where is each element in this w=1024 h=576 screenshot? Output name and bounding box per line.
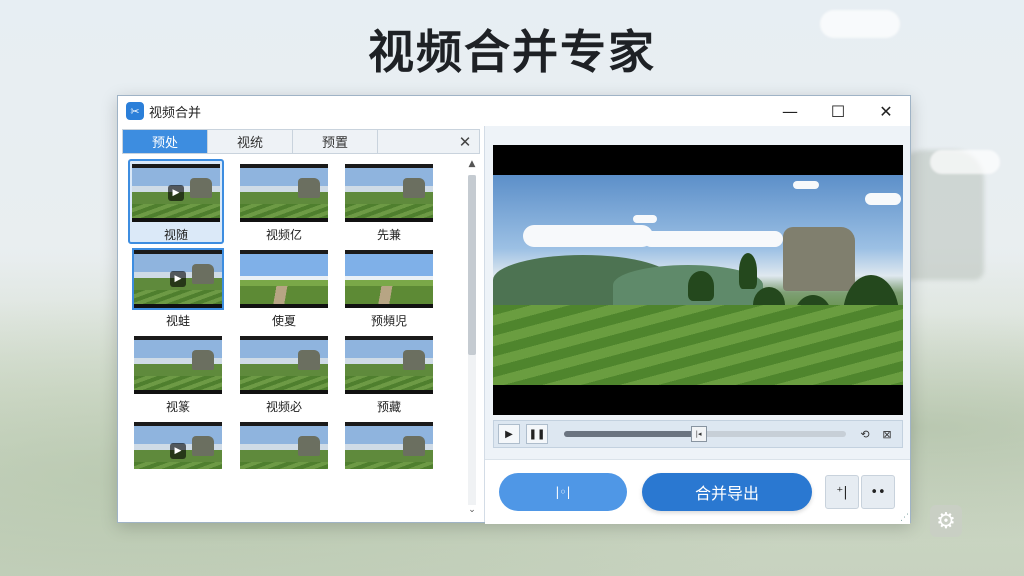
- merge-export-button[interactable]: 合并导出: [642, 473, 812, 511]
- split-button[interactable]: |◦|: [499, 473, 627, 511]
- window-body: 预处 视统 预置 ✕ ▶ 视随 视频亿 先兼 ▶ 视蛙 使夏 预頻児 视篆 视频…: [118, 126, 910, 524]
- scroll-up-icon[interactable]: ▲: [466, 159, 478, 173]
- thumbnail-item[interactable]: 视频必: [236, 333, 332, 414]
- thumbnail-item[interactable]: 先兼: [341, 161, 437, 242]
- more-options-button[interactable]: ••: [861, 475, 895, 509]
- volume-icon[interactable]: ⟲: [854, 425, 876, 443]
- thumbnail-item[interactable]: [341, 419, 437, 469]
- video-frame: [493, 175, 903, 385]
- play-icon: ▶: [170, 271, 186, 287]
- preview-panel: ▶ ❚❚ |◂ ⟲ ⊠ |◦| 合并导出 ⁺| •• ⋰: [485, 126, 910, 524]
- video-thumbnail: [345, 164, 433, 222]
- gear-icon[interactable]: ⚙: [930, 505, 962, 537]
- thumbnail-item[interactable]: 视篆: [130, 333, 226, 414]
- minimize-button[interactable]: —: [766, 96, 814, 126]
- thumbnail-item[interactable]: 使夏: [236, 247, 332, 328]
- resize-grip-icon[interactable]: ⋰: [900, 513, 909, 523]
- thumbnail-item[interactable]: ▶ 视随: [128, 159, 224, 244]
- video-thumbnail: [134, 336, 222, 394]
- background-cloud: [930, 150, 1000, 174]
- maximize-button[interactable]: ☐: [814, 96, 862, 126]
- snapshot-icon[interactable]: ⊠: [876, 425, 898, 443]
- window-controls: — ☐ ✕: [766, 96, 910, 126]
- thumbnail-item[interactable]: 视频亿: [236, 161, 332, 242]
- scroll-thumb[interactable]: [468, 175, 476, 355]
- play-button[interactable]: ▶: [498, 424, 520, 444]
- scroll-down-icon[interactable]: ⌄: [466, 505, 478, 519]
- tab-presets[interactable]: 预置: [293, 130, 378, 153]
- video-thumbnail: [240, 422, 328, 469]
- video-thumbnail: [240, 164, 328, 222]
- video-thumbnail: ▶: [132, 164, 220, 222]
- seek-bar[interactable]: |◂: [564, 426, 846, 442]
- action-bar: |◦| 合并导出 ⁺| •• ⋰: [485, 459, 910, 524]
- close-icon[interactable]: ✕: [451, 130, 479, 153]
- video-preview[interactable]: [493, 145, 903, 415]
- thumbnail-grid: ▶ 视随 视频亿 先兼 ▶ 视蛙 使夏 预頻児 视篆 视频必 预藏 ▶: [122, 159, 462, 469]
- close-button[interactable]: ✕: [862, 96, 910, 126]
- thumbnail-item[interactable]: [236, 419, 332, 469]
- page-title: 视频合并专家: [368, 25, 656, 79]
- video-thumbnail: [240, 336, 328, 394]
- video-thumbnail: [240, 250, 328, 308]
- thumbnail-item[interactable]: ▶ 视蛙: [130, 247, 226, 328]
- pause-button[interactable]: ❚❚: [526, 424, 548, 444]
- play-icon: ▶: [168, 185, 184, 201]
- video-merge-app-icon: ✂: [126, 102, 144, 120]
- thumbnail-label: 预頻児: [370, 314, 407, 328]
- video-thumbnail: [345, 336, 433, 394]
- video-thumbnail: ▶: [132, 248, 224, 310]
- vertical-scrollbar[interactable]: ▲ ⌄: [466, 159, 478, 519]
- seek-handle[interactable]: |◂: [690, 426, 707, 442]
- tab-bar: 预处 视统 预置 ✕: [122, 129, 480, 154]
- add-clip-button[interactable]: ⁺|: [825, 475, 859, 509]
- seek-progress: [564, 431, 697, 437]
- thumbnail-label: 视频亿: [265, 228, 302, 242]
- thumbnail-item[interactable]: 预藏: [341, 333, 437, 414]
- thumbnail-label: 先兼: [376, 228, 401, 242]
- thumbnail-label: 视随: [163, 228, 188, 242]
- video-thumbnail: ▶: [134, 422, 222, 469]
- media-library-panel: 预处 视统 预置 ✕ ▶ 视随 视频亿 先兼 ▶ 视蛙 使夏 预頻児 视篆 视频…: [118, 126, 485, 522]
- thumbnail-label: 预藏: [376, 400, 401, 414]
- thumbnail-label: 视频必: [265, 400, 302, 414]
- title-bar[interactable]: ✂ 视频合并 — ☐ ✕: [118, 96, 910, 126]
- thumbnail-item[interactable]: 预頻児: [341, 247, 437, 328]
- thumbnail-label: 使夏: [271, 314, 296, 328]
- thumbnail-label: 视蛙: [165, 314, 190, 328]
- tab-system[interactable]: 视统: [208, 130, 293, 153]
- scroll-track[interactable]: [468, 175, 476, 505]
- play-icon: ▶: [170, 443, 186, 459]
- tab-preprocess[interactable]: 预处: [123, 130, 208, 153]
- app-window: ✂ 视频合并 — ☐ ✕ 预处 视统 预置 ✕ ▶ 视随 视频亿 先兼 ▶ 视蛙…: [117, 95, 911, 524]
- thumbnail-item[interactable]: ▶: [130, 419, 226, 469]
- video-thumbnail: [345, 422, 433, 469]
- window-title: 视频合并: [149, 105, 202, 121]
- player-controls: ▶ ❚❚ |◂ ⟲ ⊠: [493, 420, 903, 448]
- video-thumbnail: [345, 250, 433, 308]
- thumbnail-label: 视篆: [165, 400, 190, 414]
